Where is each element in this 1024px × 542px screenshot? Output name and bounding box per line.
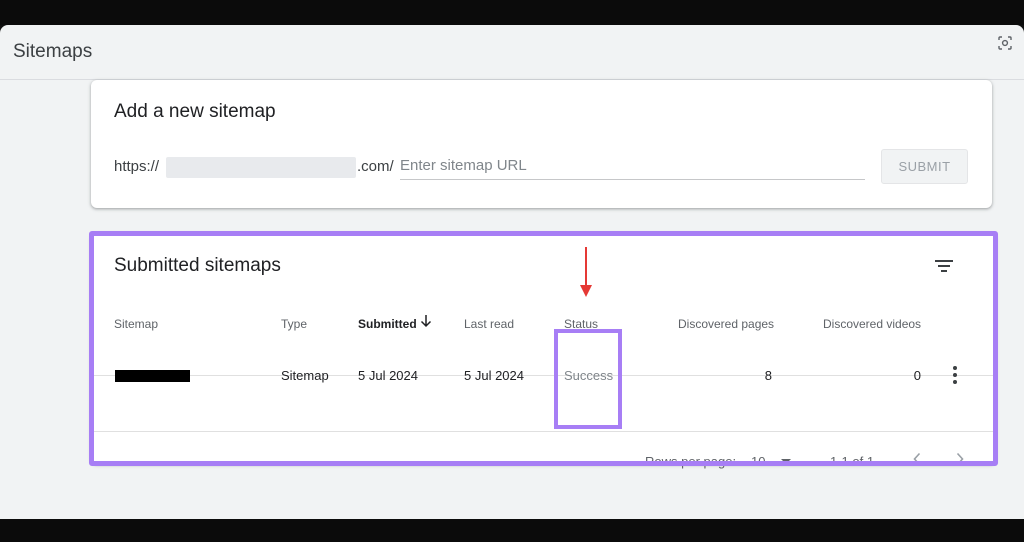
row-more-button[interactable]: [946, 364, 964, 386]
filter-button[interactable]: [929, 251, 959, 281]
screenshot-icon: [998, 36, 1012, 50]
add-sitemap-card: Add a new sitemap https:// .com/ SUBMIT: [91, 80, 992, 208]
cell-status: Success: [564, 368, 614, 383]
redacted-domain: [166, 157, 356, 178]
filter-icon: [935, 260, 953, 272]
cell-submitted: 5 Jul 2024: [358, 368, 418, 383]
row-divider: [91, 431, 996, 432]
chevron-left-icon: [913, 452, 921, 466]
rows-per-page-select[interactable]: 10: [751, 448, 799, 474]
chevron-right-icon: [956, 452, 964, 466]
rows-per-page-label: Rows per page:: [645, 454, 737, 469]
cell-discovered-videos: 0: [913, 368, 921, 383]
redacted-sitemap-path: [115, 370, 190, 382]
cell-type: Sitemap: [281, 368, 329, 383]
rows-per-page-value: 10: [751, 453, 766, 469]
add-sitemap-title: Add a new sitemap: [114, 101, 276, 122]
page-title: Sitemaps: [13, 41, 93, 62]
column-header-discovered-videos[interactable]: Discovered videos: [823, 317, 921, 331]
pagination-range: 1-1 of 1: [830, 454, 875, 469]
url-prefix: https://: [114, 158, 160, 175]
red-arrow-annotation: [580, 247, 592, 297]
submitted-sitemaps-card: Submitted sitemaps Sitemap Type Submitte…: [91, 233, 996, 469]
url-suffix: .com/: [357, 158, 394, 175]
screenshot-button[interactable]: [992, 30, 1018, 56]
more-vert-icon: [953, 366, 957, 370]
cell-discovered-pages: 8: [764, 368, 772, 383]
submitted-sitemaps-title: Submitted sitemaps: [114, 255, 281, 276]
submit-button[interactable]: SUBMIT: [881, 149, 968, 184]
arrow-down-icon[interactable]: [420, 314, 432, 328]
column-header-type[interactable]: Type: [281, 317, 307, 331]
dropdown-caret-icon: [781, 458, 792, 464]
column-header-status[interactable]: Status: [564, 317, 598, 331]
cell-last-read: 5 Jul 2024: [464, 368, 524, 383]
column-header-last-read[interactable]: Last read: [464, 317, 514, 331]
column-header-discovered-pages[interactable]: Discovered pages: [678, 317, 774, 331]
previous-page-button[interactable]: [905, 447, 929, 471]
column-header-submitted[interactable]: Submitted: [358, 317, 417, 331]
sitemap-url-input[interactable]: [400, 152, 865, 180]
column-header-sitemap[interactable]: Sitemap: [114, 317, 158, 331]
next-page-button[interactable]: [948, 447, 972, 471]
page-header: Sitemaps: [0, 25, 1024, 80]
top-bezel: [0, 0, 1024, 25]
bottom-bezel: [0, 519, 1024, 542]
